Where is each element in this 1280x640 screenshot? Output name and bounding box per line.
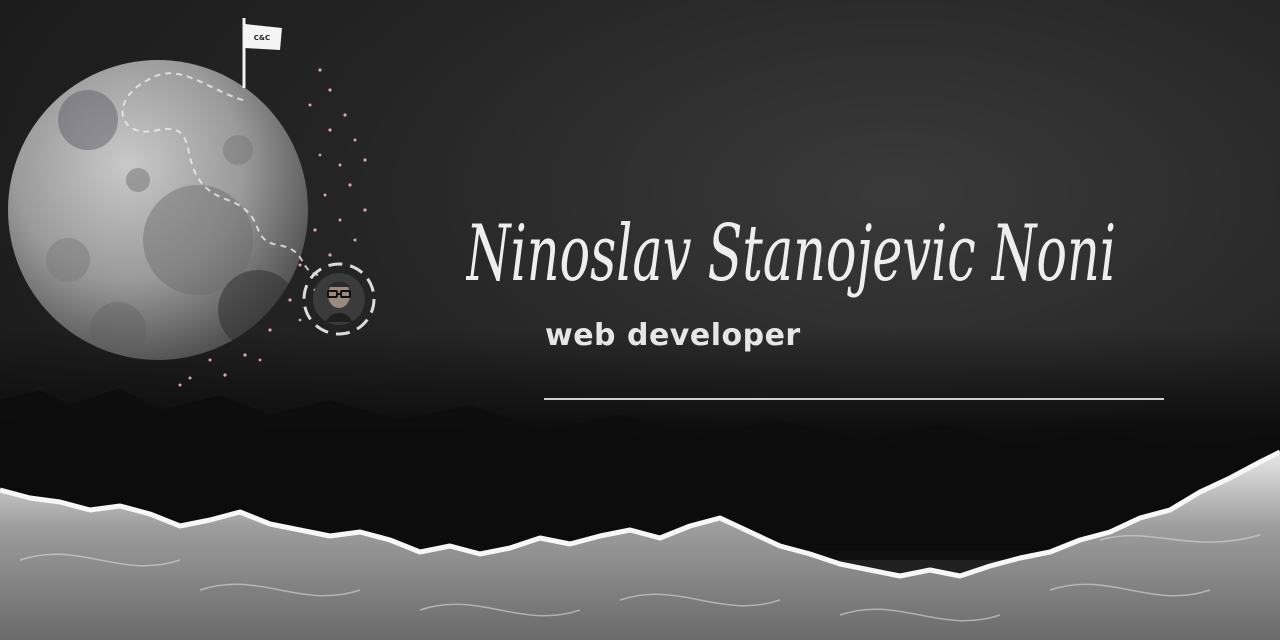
flag-label: C&C: [254, 34, 270, 42]
name-title-text: Ninoslav Stanojevic Noni: [466, 209, 1116, 299]
name-title: Ninoslav Stanojevic Noni: [466, 209, 1116, 299]
avatar-photo: [302, 262, 376, 336]
flag-icon: C&C: [242, 18, 282, 88]
ocean-foam: [0, 449, 1280, 640]
role-subtitle: web developer: [545, 318, 801, 353]
hero-banner: C&C Ninoslav Stanojevic Noni web develop…: [0, 0, 1280, 640]
divider-line: [544, 398, 1164, 400]
